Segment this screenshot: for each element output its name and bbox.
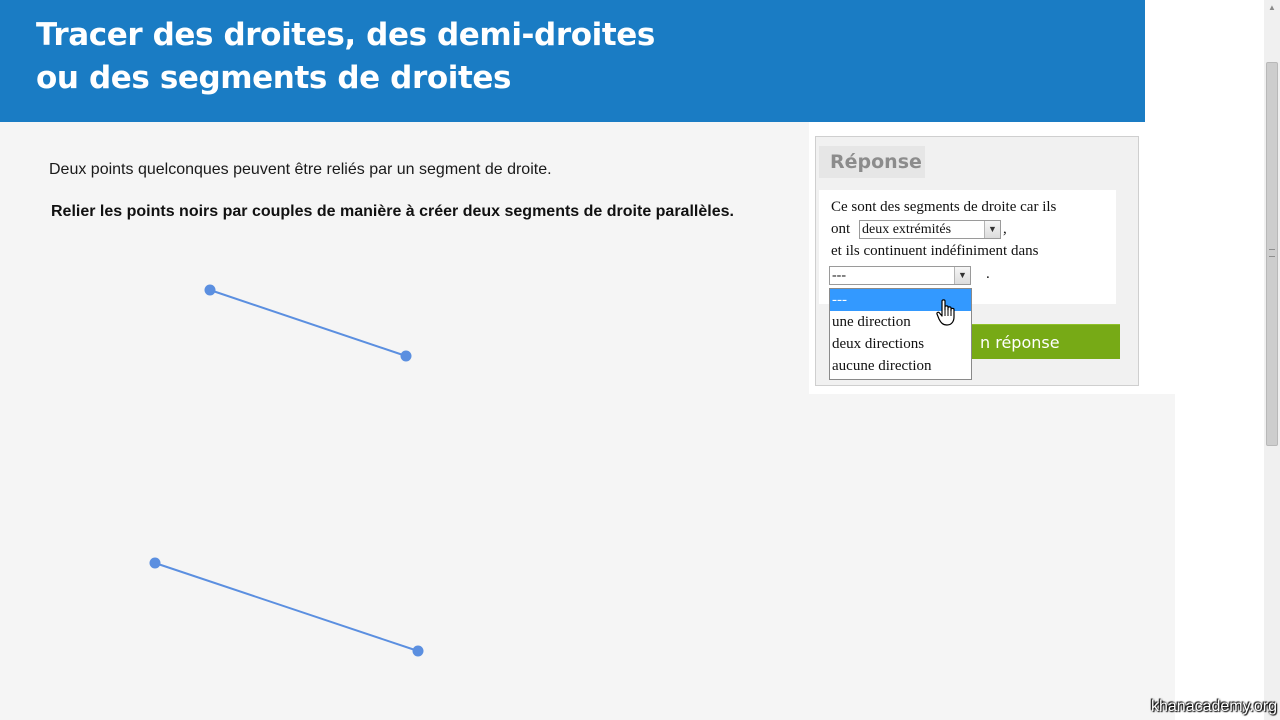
point-handle[interactable] bbox=[204, 284, 216, 296]
scrollbar-thumb[interactable] bbox=[1266, 62, 1278, 446]
point-handle[interactable] bbox=[412, 645, 424, 657]
chevron-down-icon[interactable]: ▼ bbox=[954, 267, 970, 284]
question-line-3: et ils continuent indéfiniment dans bbox=[831, 243, 1039, 259]
dropdown-option[interactable]: aucune direction bbox=[830, 355, 971, 377]
chevron-down-icon[interactable]: ▼ bbox=[984, 221, 1000, 238]
question-line-4-suffix: . bbox=[986, 266, 990, 282]
hand-cursor-icon bbox=[936, 299, 955, 326]
direction-select-value: --- bbox=[832, 268, 846, 283]
answer-heading: Réponse bbox=[819, 146, 925, 178]
vertical-scrollbar[interactable]: ▲ ▼ bbox=[1264, 0, 1280, 720]
grip-icon bbox=[1269, 249, 1275, 257]
segment-1 bbox=[209, 289, 407, 357]
point-handle[interactable] bbox=[149, 557, 161, 569]
extremities-select-value: deux extrémités bbox=[862, 222, 952, 237]
scroll-up-icon[interactable]: ▲ bbox=[1264, 0, 1280, 16]
extremities-select[interactable]: deux extrémités ▼ bbox=[859, 220, 1001, 239]
dropdown-option[interactable]: deux directions bbox=[830, 333, 971, 355]
watermark: khanacademy.org bbox=[1151, 698, 1277, 715]
direction-select[interactable]: --- ▼ bbox=[829, 266, 971, 285]
question-line-2-prefix: ont bbox=[831, 221, 851, 237]
point-handle[interactable] bbox=[400, 350, 412, 362]
question-line-1: Ce sont des segments de droite car ils bbox=[831, 199, 1057, 215]
segment-2 bbox=[154, 562, 419, 652]
check-answer-button[interactable]: n réponse bbox=[952, 324, 1120, 359]
question-line-2-suffix: , bbox=[1003, 221, 1007, 237]
drawing-canvas[interactable] bbox=[0, 0, 800, 720]
